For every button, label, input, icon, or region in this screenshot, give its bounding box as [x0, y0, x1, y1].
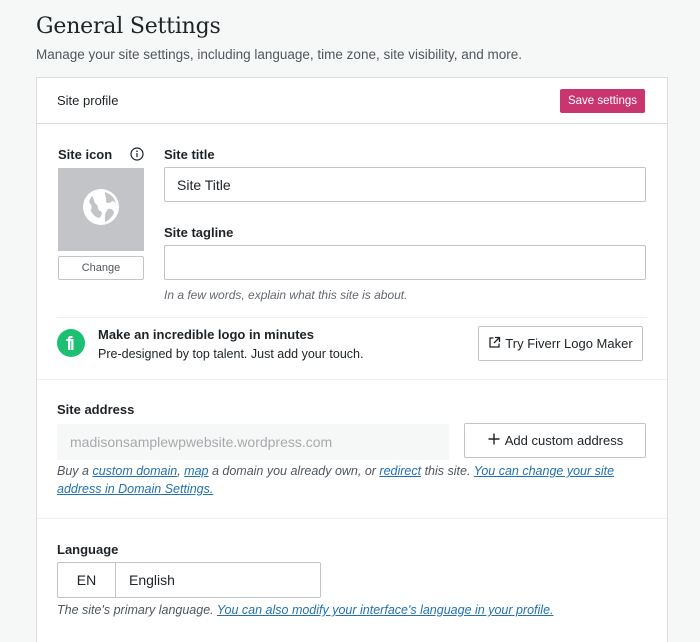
site-address-help: Buy a custom domain, map a domain you al… — [57, 462, 647, 498]
promo-description: Pre-designed by top talent. Just add you… — [98, 347, 364, 361]
language-help: The site's primary language. You can als… — [57, 603, 554, 617]
site-profile-title: Site profile — [57, 93, 119, 108]
add-custom-address-button[interactable]: Add custom address — [464, 423, 646, 458]
plus-icon — [487, 432, 501, 449]
site-address-label: Site address — [57, 402, 135, 417]
save-settings-button[interactable]: Save settings — [559, 88, 645, 113]
info-icon[interactable] — [130, 147, 144, 161]
divider — [57, 317, 647, 318]
redirect-link[interactable]: redirect — [379, 464, 421, 478]
tagline-help: In a few words, explain what this site i… — [164, 288, 408, 302]
custom-domain-link[interactable]: custom domain — [92, 464, 177, 478]
page-title: General Settings — [36, 14, 221, 39]
site-title-input[interactable] — [164, 167, 646, 202]
language-selector[interactable]: EN English — [57, 562, 321, 598]
help-text: a domain you already own, or — [208, 464, 380, 478]
add-custom-address-label: Add custom address — [504, 433, 624, 448]
site-address-value: madisonsamplewpwebsite.wordpress.com — [70, 434, 333, 450]
site-address-field[interactable]: madisonsamplewpwebsite.wordpress.com — [57, 424, 449, 460]
fiverr-logo-icon — [57, 329, 85, 357]
profile-language-link[interactable]: You can also modify your interface's lan… — [217, 603, 554, 617]
section-divider — [37, 379, 667, 380]
try-fiverr-logo-maker-button[interactable]: Try Fiverr Logo Maker — [478, 326, 643, 361]
site-icon-label: Site icon — [58, 147, 113, 162]
help-text: The site's primary language. — [57, 603, 217, 617]
language-code: EN — [58, 563, 116, 597]
site-profile-header: Site profile Save settings — [37, 78, 667, 124]
globe-icon — [81, 187, 121, 232]
section-divider — [37, 518, 667, 519]
site-tagline-input[interactable] — [164, 245, 646, 280]
site-tagline-label: Site tagline — [164, 225, 234, 240]
map-link[interactable]: map — [184, 464, 208, 478]
external-link-icon — [488, 336, 501, 352]
language-label: Language — [57, 542, 119, 557]
help-text: this site. — [421, 464, 474, 478]
promo-title: Make an incredible logo in minutes — [98, 327, 314, 342]
language-name: English — [129, 572, 175, 588]
settings-card: Site profile Save settings Site icon Cha… — [36, 77, 668, 642]
try-fiverr-label: Try Fiverr Logo Maker — [505, 336, 633, 351]
change-icon-button[interactable]: Change — [58, 256, 144, 280]
page-subtitle: Manage your site settings, including lan… — [36, 47, 523, 62]
help-text: Buy a — [57, 464, 93, 478]
site-title-label: Site title — [164, 147, 215, 162]
site-icon-placeholder[interactable] — [58, 168, 144, 251]
